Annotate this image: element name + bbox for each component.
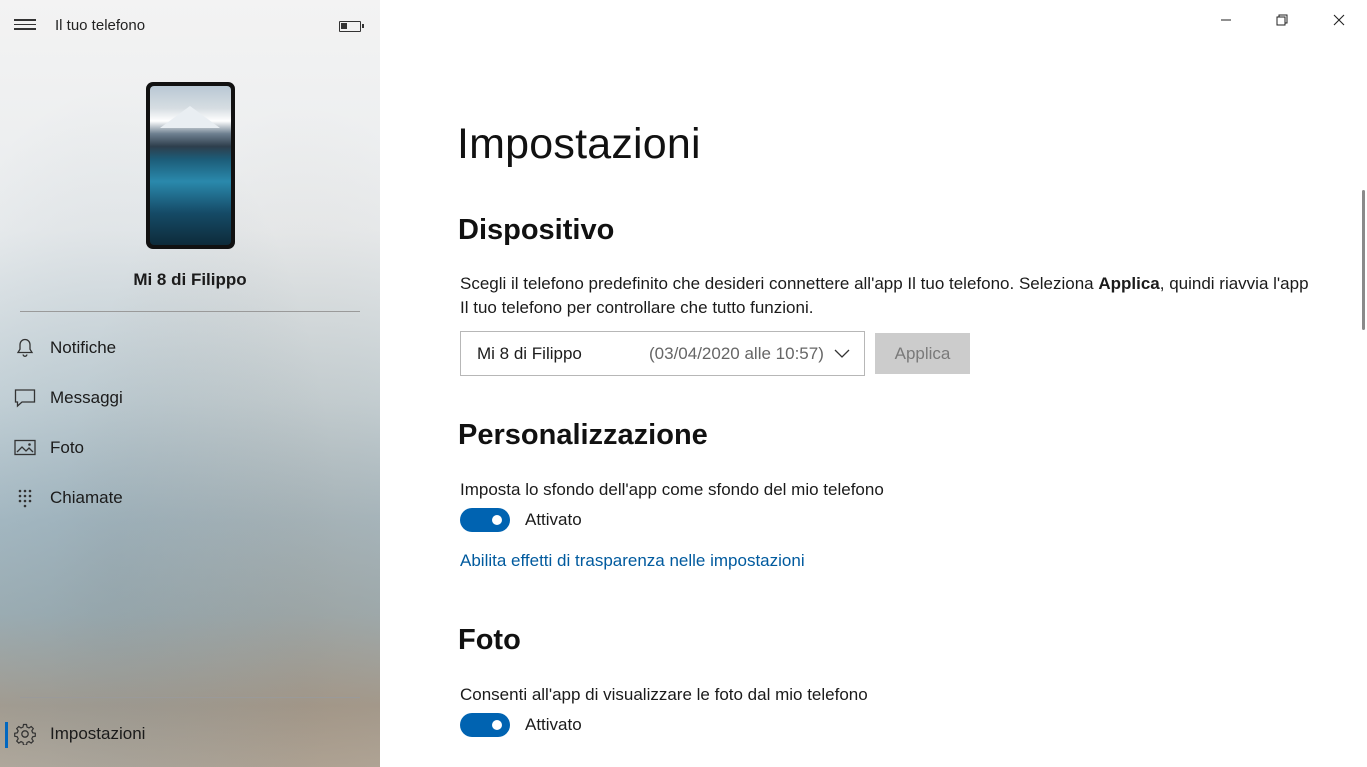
phone-wallpaper xyxy=(150,86,231,245)
main-content: Impostazioni Dispositivo Scegli il telef… xyxy=(380,0,1367,767)
sidebar-item-messaggi[interactable]: Messaggi xyxy=(0,378,380,418)
sidebar-item-label: Chiamate xyxy=(50,488,123,507)
sidebar-item-notifiche[interactable]: Notifiche xyxy=(0,328,380,368)
dropdown-device-name: Mi 8 di Filippo xyxy=(477,343,582,363)
photo-icon xyxy=(14,437,36,459)
sidebar-divider-top xyxy=(20,311,360,312)
photos-toggle-state: Attivato xyxy=(525,715,582,734)
bell-icon xyxy=(14,337,36,359)
description-text: Scegli il telefono predefinito che desid… xyxy=(460,274,1099,293)
apply-button[interactable]: Applica xyxy=(875,333,970,374)
section-title-personalizzazione: Personalizzazione xyxy=(458,419,708,451)
battery-low-icon xyxy=(339,21,364,32)
close-button[interactable] xyxy=(1310,0,1367,40)
dropdown-device-date: (03/04/2020 alle 10:57) xyxy=(649,343,824,363)
section-title-foto: Foto xyxy=(458,624,521,656)
close-icon xyxy=(1333,14,1344,26)
sidebar-item-label: Messaggi xyxy=(50,388,123,407)
device-name: Mi 8 di Filippo xyxy=(133,270,247,289)
chevron-down-icon xyxy=(834,346,850,364)
dialpad-icon xyxy=(14,487,36,509)
description-bold: Applica xyxy=(1098,274,1160,293)
device-description: Scegli il telefono predefinito che desid… xyxy=(460,272,1320,320)
app-title: Il tuo telefono xyxy=(55,17,146,34)
page-title: Impostazioni xyxy=(457,120,701,168)
chat-icon xyxy=(14,387,36,409)
section-title-dispositivo: Dispositivo xyxy=(458,214,615,246)
wallpaper-toggle[interactable] xyxy=(460,508,510,532)
sidebar: Il tuo telefono Mi 8 di Filippo Notifich… xyxy=(0,0,380,767)
hamburger-icon[interactable] xyxy=(14,16,36,34)
toggle-knob xyxy=(492,720,502,730)
minimize-button[interactable] xyxy=(1197,0,1254,40)
restore-button[interactable] xyxy=(1253,0,1310,40)
minimize-icon xyxy=(1220,19,1231,21)
photos-option-label: Consenti all'app di visualizzare le foto… xyxy=(460,685,868,704)
sidebar-item-label: Notifiche xyxy=(50,338,117,357)
sidebar-item-label: Impostazioni xyxy=(50,724,146,743)
photos-toggle[interactable] xyxy=(460,713,510,737)
sidebar-item-label: Foto xyxy=(50,438,85,457)
sidebar-item-chiamate[interactable]: Chiamate xyxy=(0,478,380,518)
sidebar-item-impostazioni[interactable]: Impostazioni xyxy=(0,714,380,754)
sidebar-divider-bottom xyxy=(20,697,360,698)
sidebar-item-foto[interactable]: Foto xyxy=(0,428,380,468)
toggle-knob xyxy=(492,515,502,525)
wallpaper-option-label: Imposta lo sfondo dell'app come sfondo d… xyxy=(460,480,884,499)
wallpaper-toggle-state: Attivato xyxy=(525,510,582,529)
phone-image xyxy=(146,82,235,249)
restore-icon xyxy=(1276,14,1287,26)
device-dropdown[interactable]: Mi 8 di Filippo (03/04/2020 alle 10:57) xyxy=(460,331,865,376)
transparency-settings-link[interactable]: Abilita effetti di trasparenza nelle imp… xyxy=(460,551,805,571)
scrollbar-thumb[interactable] xyxy=(1362,190,1365,330)
gear-icon xyxy=(14,723,36,745)
